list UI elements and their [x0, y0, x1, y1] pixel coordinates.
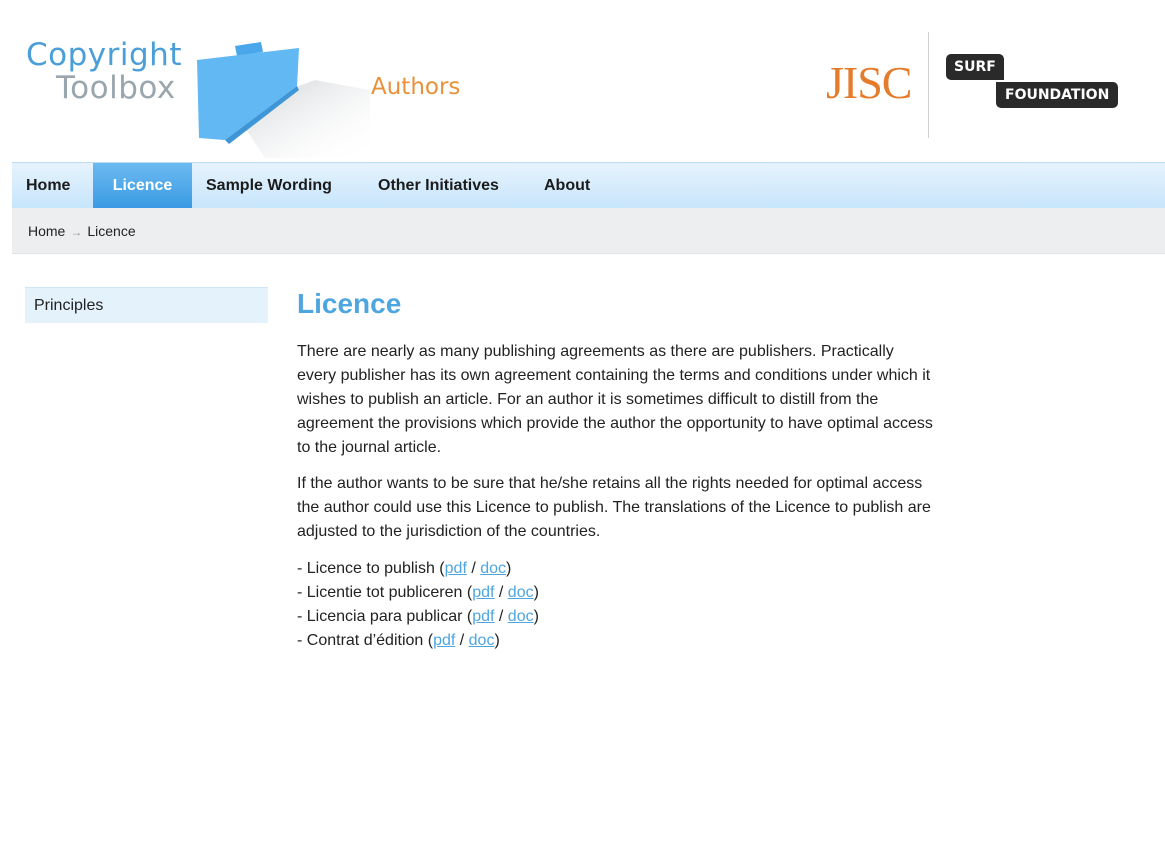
list-item: - Licencia para publicar (pdf / doc): [297, 605, 937, 629]
doc-link[interactable]: doc: [508, 608, 534, 625]
main-nav: Home Licence Sample Wording Other Initia…: [12, 162, 1165, 208]
surf-foundation-logo[interactable]: SURF FOUNDATION: [946, 54, 1142, 116]
download-label: - Licentie tot publiceren (: [297, 584, 473, 601]
header-divider: [928, 32, 929, 138]
pdf-link[interactable]: pdf: [472, 608, 494, 625]
link-separator: /: [494, 608, 508, 625]
doc-link[interactable]: doc: [480, 560, 506, 577]
doc-link[interactable]: doc: [469, 632, 495, 649]
section-title: Authors: [371, 74, 461, 100]
link-separator: /: [466, 560, 481, 577]
copyright-toolbox-logo[interactable]: Copyright Toolbox: [26, 40, 182, 104]
download-list: - Licence to publish (pdf / doc) - Licen…: [297, 557, 937, 653]
main-content: Licence There are nearly as many publish…: [297, 286, 937, 653]
nav-other-initiatives[interactable]: Other Initiatives: [364, 163, 513, 208]
pdf-link[interactable]: pdf: [472, 584, 494, 601]
link-separator: /: [494, 584, 508, 601]
close-paren: ): [494, 632, 500, 649]
intro-paragraph: There are nearly as many publishing agre…: [297, 343, 933, 456]
download-label: - Licencia para publicar (: [297, 608, 473, 625]
pdf-link[interactable]: pdf: [445, 560, 467, 577]
download-label: - Contrat d’édition (: [297, 632, 434, 649]
close-paren: ): [506, 560, 512, 577]
jisc-logo[interactable]: JISC: [826, 60, 912, 106]
breadcrumb: Home → Licence: [12, 208, 1165, 254]
pdf-link[interactable]: pdf: [433, 632, 455, 649]
download-label: - Licence to publish (: [297, 560, 445, 577]
nav-about[interactable]: About: [530, 163, 604, 208]
breadcrumb-home[interactable]: Home: [28, 223, 65, 239]
list-item: - Licentie tot publiceren (pdf / doc): [297, 581, 937, 605]
page-title: Licence: [297, 288, 402, 319]
close-paren: ): [533, 608, 539, 625]
toolbox-icon: [197, 42, 370, 158]
doc-link[interactable]: doc: [508, 584, 534, 601]
nav-home[interactable]: Home: [12, 163, 93, 208]
sidebar: Principles: [25, 287, 268, 323]
breadcrumb-arrow-icon: →: [70, 225, 83, 239]
nav-licence[interactable]: Licence: [93, 163, 192, 208]
list-item: - Contrat d’édition (pdf / doc): [297, 629, 937, 653]
logo-line-2: Toolbox: [56, 70, 176, 106]
breadcrumb-current: Licence: [87, 223, 136, 239]
close-paren: ): [533, 584, 539, 601]
surf-logo-top: SURF: [946, 54, 1004, 80]
logo-line-1: Copyright: [26, 37, 182, 73]
list-item: - Licence to publish (pdf / doc): [297, 557, 937, 581]
nav-sample-wording[interactable]: Sample Wording: [192, 163, 346, 208]
licence-paragraph: If the author wants to be sure that he/s…: [297, 475, 931, 540]
link-separator: /: [455, 632, 469, 649]
site-header: Copyright Toolbox Authors JISC SURF FOUN…: [0, 0, 1165, 162]
sidebar-item-principles[interactable]: Principles: [25, 287, 268, 323]
surf-logo-bottom: FOUNDATION: [996, 82, 1119, 108]
